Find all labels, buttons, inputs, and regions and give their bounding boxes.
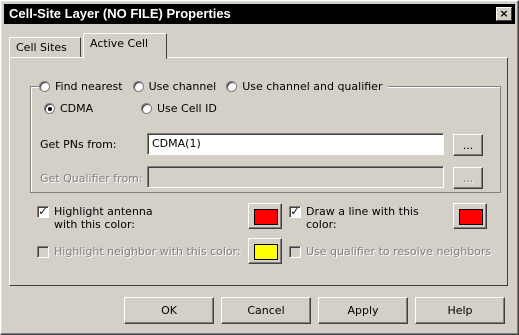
radio-use-channel-label: Use channel: [148, 79, 217, 93]
highlight-neighbor-label: Highlight neighbor with this color:: [54, 245, 241, 258]
highlight-antenna-line1: Highlight antenna: [54, 205, 153, 218]
close-button[interactable]: ×: [496, 7, 512, 21]
help-button-label: Help: [447, 304, 473, 317]
get-qualifier-browse-label: ...: [462, 171, 474, 185]
get-qualifier-browse-button[interactable]: ...: [453, 167, 483, 189]
highlight-antenna-check[interactable]: ✓: [37, 206, 49, 218]
draw-line-label: Draw a line with this color:: [306, 205, 419, 231]
title-bar: Cell-Site Layer (NO FILE) Properties ×: [4, 4, 515, 24]
highlight-antenna-checkbox[interactable]: ✓ Highlight antenna with this color:: [37, 205, 153, 231]
radio-use-cell-id-indicator[interactable]: [141, 103, 152, 114]
highlight-neighbor-checkbox[interactable]: Highlight neighbor with this color:: [37, 245, 241, 258]
get-pns-value: CDMA(1): [152, 137, 201, 150]
radio-cdma-indicator[interactable]: [44, 103, 55, 114]
radio-cdma[interactable]: CDMA: [44, 102, 93, 115]
radio-use-channel-indicator[interactable]: [132, 80, 144, 92]
groupbox-legend: Find nearest Use channel Use channel and…: [39, 78, 389, 94]
highlight-antenna-line2: with this color:: [54, 218, 136, 231]
use-qualifier-checkbox[interactable]: Use qualifier to resolve neighbors: [289, 245, 491, 258]
radio-use-channel-and-qualifier[interactable]: Use channel and qualifier: [226, 80, 382, 93]
radio-find-nearest-label: Find nearest: [55, 79, 123, 93]
get-pns-label: Get PNs from:: [40, 138, 117, 151]
draw-line-color-button[interactable]: [453, 203, 487, 229]
get-pns-browse-label: ...: [462, 138, 474, 152]
ok-button[interactable]: OK: [124, 297, 214, 324]
cancel-button-label: Cancel: [247, 304, 285, 317]
tab-active-cell-label: Active Cell: [90, 37, 149, 50]
highlight-antenna-color-button[interactable]: [248, 203, 282, 229]
radio-use-cell-id[interactable]: Use Cell ID: [141, 102, 217, 115]
radio-find-nearest-indicator[interactable]: [39, 80, 50, 92]
apply-button[interactable]: Apply: [318, 297, 408, 324]
help-button[interactable]: Help: [415, 297, 505, 324]
draw-line-check[interactable]: ✓: [289, 206, 301, 218]
tab-cell-sites[interactable]: Cell Sites: [9, 37, 81, 57]
radio-find-nearest[interactable]: Find nearest: [39, 80, 123, 93]
radio-use-cell-id-label: Use Cell ID: [157, 102, 217, 115]
draw-line-line1: Draw a line with this: [306, 205, 419, 218]
draw-line-checkbox[interactable]: ✓ Draw a line with this color:: [289, 205, 419, 231]
draw-line-color-swatch: [459, 209, 483, 225]
get-pns-input[interactable]: CDMA(1): [147, 133, 444, 155]
get-qualifier-label: Get Qualifier from:: [40, 172, 143, 185]
highlight-neighbor-color-swatch: [254, 244, 278, 260]
radio-cdma-label: CDMA: [60, 102, 94, 115]
ok-button-label: OK: [161, 304, 177, 317]
radio-use-channel-and-qualifier-indicator[interactable]: [226, 80, 238, 92]
highlight-neighbor-color-button[interactable]: [248, 238, 282, 264]
highlight-antenna-color-swatch: [254, 209, 278, 225]
radio-use-channel-and-qualifier-label: Use channel and qualifier: [242, 79, 383, 93]
tab-cell-sites-label: Cell Sites: [16, 41, 67, 54]
highlight-neighbor-check[interactable]: [37, 245, 49, 258]
apply-button-label: Apply: [347, 304, 379, 317]
tab-active-cell[interactable]: Active Cell: [83, 33, 167, 59]
dialog-title: Cell-Site Layer (NO FILE) Properties: [9, 6, 231, 21]
use-qualifier-check[interactable]: [289, 245, 301, 258]
draw-line-line2: color:: [306, 218, 337, 231]
get-qualifier-input[interactable]: [147, 166, 444, 188]
get-pns-browse-button[interactable]: ...: [453, 134, 483, 156]
cancel-button[interactable]: Cancel: [221, 297, 311, 324]
highlight-antenna-label: Highlight antenna with this color:: [54, 205, 153, 231]
use-qualifier-label: Use qualifier to resolve neighbors: [306, 245, 492, 258]
radio-use-channel[interactable]: Use channel: [132, 79, 217, 93]
